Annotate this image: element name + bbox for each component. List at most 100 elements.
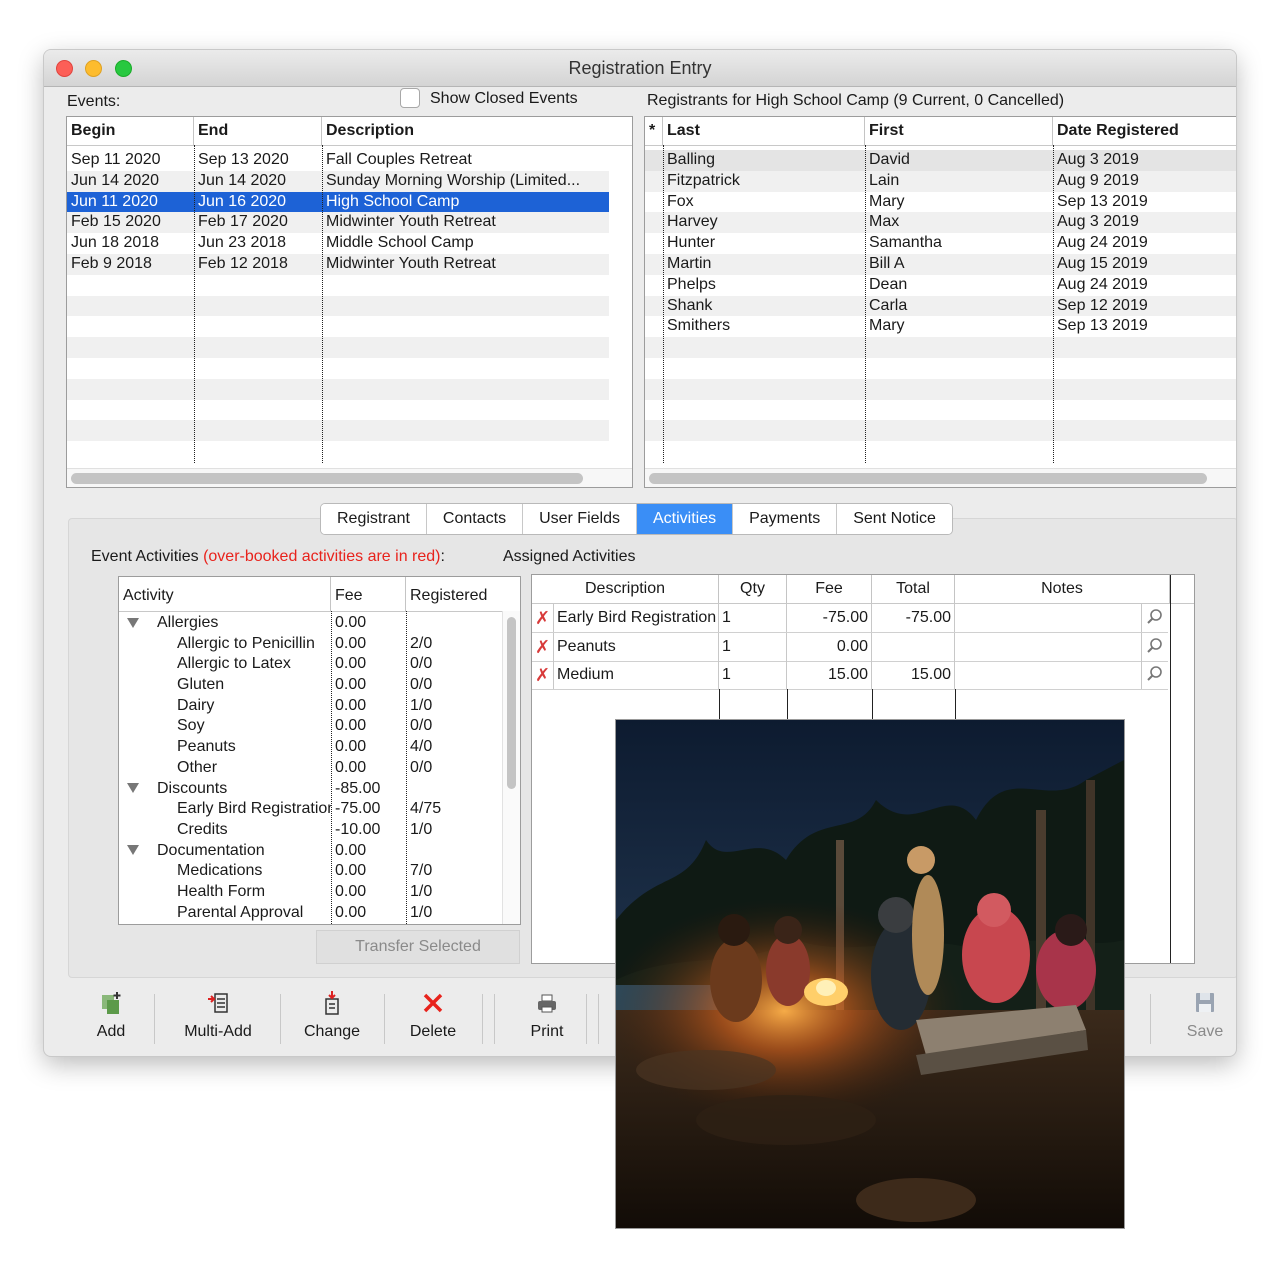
activity-row[interactable]: Health Form 0.00 1/0 bbox=[119, 881, 502, 903]
detail-tabs: Registrant Contacts User Fields Activities P… bbox=[320, 503, 953, 535]
activity-name-cell: Allergies bbox=[119, 613, 331, 634]
magnifier-icon[interactable] bbox=[1146, 637, 1164, 655]
assigned-activity-row[interactable]: ✗ Medium 1 15.00 15.00 bbox=[532, 661, 1168, 690]
registrant-first: Samantha bbox=[869, 234, 942, 252]
col-first[interactable]: First bbox=[865, 117, 1053, 145]
tab-activities[interactable]: Activities bbox=[636, 504, 734, 534]
event-end: Jun 16 2020 bbox=[198, 192, 287, 210]
edit-icon bbox=[286, 990, 378, 1020]
col-description[interactable]: Description bbox=[322, 117, 632, 145]
assigned-desc: Peanuts bbox=[554, 632, 719, 661]
remove-row-icon[interactable]: ✗ bbox=[532, 661, 554, 689]
assigned-qty: 1 bbox=[719, 661, 787, 689]
col-begin[interactable]: Begin bbox=[67, 117, 194, 145]
event-description: Fall Couples Retreat bbox=[326, 151, 472, 168]
assigned-activity-row[interactable]: ✗ Peanuts 1 0.00 bbox=[532, 632, 1168, 662]
event-row[interactable]: Jun 11 2020 Jun 16 2020 High School Camp bbox=[67, 191, 609, 213]
event-activities-vscroll-thumb[interactable] bbox=[507, 617, 516, 789]
col-fee[interactable]: Fee bbox=[331, 577, 406, 611]
activity-fee: -10.00 bbox=[335, 820, 381, 838]
activity-row[interactable]: Peanuts 0.00 4/0 bbox=[119, 737, 502, 758]
registrant-row[interactable]: Fitzpatrick Lain Aug 9 2019 bbox=[645, 170, 1236, 192]
event-row[interactable]: Jun 18 2018 Jun 23 2018 Middle School Camp bbox=[67, 233, 609, 254]
registrant-row[interactable]: Shank Carla Sep 12 2019 bbox=[645, 295, 1236, 317]
events-hscroll-thumb[interactable] bbox=[71, 473, 583, 484]
assigned-qty: 1 bbox=[719, 632, 787, 661]
event-row[interactable]: Feb 9 2018 Feb 12 2018 Midwinter Youth Ret… bbox=[67, 253, 609, 275]
registrant-row[interactable]: Fox Mary Sep 13 2019 bbox=[645, 192, 1236, 213]
col-activity[interactable]: Activity bbox=[119, 577, 331, 611]
activity-group-row[interactable]: Discounts -85.00 bbox=[119, 778, 502, 800]
show-closed-events-label[interactable]: Show Closed Events bbox=[430, 90, 578, 108]
activity-row[interactable]: Gluten 0.00 0/0 bbox=[119, 675, 502, 696]
activity-name: Peanuts bbox=[177, 738, 236, 756]
delete-button[interactable]: Delete bbox=[390, 988, 476, 1048]
activity-row[interactable]: Dairy 0.00 1/0 bbox=[119, 695, 502, 717]
registrant-row[interactable]: Harvey Max Aug 3 2019 bbox=[645, 212, 1236, 234]
activity-fee: 0.00 bbox=[335, 758, 367, 776]
registrant-date: Aug 24 2019 bbox=[1057, 234, 1148, 252]
event-activities-vscroll-track[interactable] bbox=[502, 611, 520, 924]
events-hscroll-track[interactable] bbox=[67, 468, 632, 487]
event-row[interactable]: Feb 15 2020 Feb 17 2020 Midwinter Youth Re… bbox=[67, 212, 609, 234]
registrant-last: Smithers bbox=[667, 317, 731, 335]
col-total[interactable]: Total bbox=[872, 575, 955, 603]
activity-group-row[interactable]: Allergies 0.00 bbox=[119, 613, 502, 634]
registrant-date: Aug 24 2019 bbox=[1057, 275, 1148, 293]
magnifier-icon[interactable] bbox=[1146, 608, 1164, 626]
registrant-row[interactable]: Martin Bill A Aug 15 2019 bbox=[645, 253, 1236, 275]
activity-row[interactable]: Medications 0.00 7/0 bbox=[119, 861, 502, 882]
registrants-hscroll-thumb[interactable] bbox=[649, 473, 1207, 484]
tab-user-fields[interactable]: User Fields bbox=[523, 504, 637, 534]
col-assigned-fee[interactable]: Fee bbox=[787, 575, 872, 603]
tab-sent-notice[interactable]: Sent Notice bbox=[837, 504, 952, 534]
event-begin: Sep 11 2020 bbox=[71, 151, 161, 168]
col-notes[interactable]: Notes bbox=[955, 575, 1170, 603]
event-row[interactable]: Jun 14 2020 Jun 14 2020 Sunday Morning Wor… bbox=[67, 170, 609, 192]
activity-group-row[interactable]: Documentation 0.00 bbox=[119, 840, 502, 862]
activity-row[interactable]: Other 0.00 0/0 bbox=[119, 757, 502, 779]
tab-registrant[interactable]: Registrant bbox=[321, 504, 427, 534]
disclosure-triangle-icon[interactable] bbox=[127, 783, 139, 794]
save-button[interactable]: Save bbox=[1158, 988, 1236, 1048]
tab-contacts[interactable]: Contacts bbox=[426, 504, 524, 534]
col-end[interactable]: End bbox=[194, 117, 322, 145]
save-label: Save bbox=[1186, 1023, 1224, 1040]
activity-row[interactable]: Allergic to Penicillin 0.00 2/0 bbox=[119, 633, 502, 655]
activity-row[interactable]: Parental Approval 0.00 1/0 bbox=[119, 902, 502, 924]
disclosure-triangle-icon[interactable] bbox=[127, 617, 139, 628]
transfer-selected-button[interactable]: Transfer Selected bbox=[316, 930, 520, 964]
activity-row[interactable]: Soy 0.00 0/0 bbox=[119, 716, 502, 738]
disclosure-triangle-icon[interactable] bbox=[127, 845, 139, 856]
col-assigned-description[interactable]: Description bbox=[532, 575, 719, 603]
assigned-activity-row[interactable]: ✗ Early Bird Registration 1 -75.00 -75.00 bbox=[532, 604, 1168, 633]
events-table: Begin End Description Sep 11 2020 Sep 13 … bbox=[66, 116, 633, 488]
registrants-hscroll-track[interactable] bbox=[645, 468, 1236, 487]
activity-registered: 2/0 bbox=[410, 634, 433, 652]
change-button[interactable]: Change bbox=[286, 988, 378, 1048]
assigned-notes bbox=[955, 661, 1142, 689]
event-row[interactable]: Sep 11 2020 Sep 13 2020 Fall Couples Retre… bbox=[67, 150, 609, 171]
col-qty[interactable]: Qty bbox=[719, 575, 787, 603]
magnifier-icon[interactable] bbox=[1146, 665, 1164, 683]
activity-row[interactable]: Credits -10.00 1/0 bbox=[119, 819, 502, 841]
assigned-activities-header: Description Qty Fee Total Notes bbox=[532, 575, 1194, 604]
registrant-row[interactable]: Smithers Mary Sep 13 2019 bbox=[645, 316, 1236, 337]
registrant-row[interactable]: Phelps Dean Aug 24 2019 bbox=[645, 275, 1236, 296]
col-date-registered[interactable]: Date Registered bbox=[1053, 117, 1236, 145]
registrant-row[interactable]: Balling David Aug 3 2019 bbox=[645, 150, 1236, 171]
col-registered[interactable]: Registered bbox=[406, 577, 502, 611]
multi-add-button[interactable]: Multi-Add bbox=[160, 988, 276, 1048]
add-button[interactable]: Add bbox=[68, 988, 154, 1048]
col-last[interactable]: Last bbox=[663, 117, 865, 145]
col-star[interactable]: * bbox=[645, 117, 663, 145]
activity-row[interactable]: Early Bird Registration -75.00 4/75 bbox=[119, 799, 502, 820]
remove-row-icon[interactable]: ✗ bbox=[532, 604, 554, 632]
activity-row[interactable]: Allergic to Latex 0.00 0/0 bbox=[119, 654, 502, 676]
tab-payments[interactable]: Payments bbox=[733, 504, 838, 534]
remove-row-icon[interactable]: ✗ bbox=[532, 632, 554, 661]
assigned-total: 15.00 bbox=[872, 661, 955, 689]
show-closed-events-checkbox[interactable] bbox=[400, 88, 420, 108]
registrant-row[interactable]: Hunter Samantha Aug 24 2019 bbox=[645, 233, 1236, 254]
print-button[interactable]: Print bbox=[502, 988, 592, 1048]
